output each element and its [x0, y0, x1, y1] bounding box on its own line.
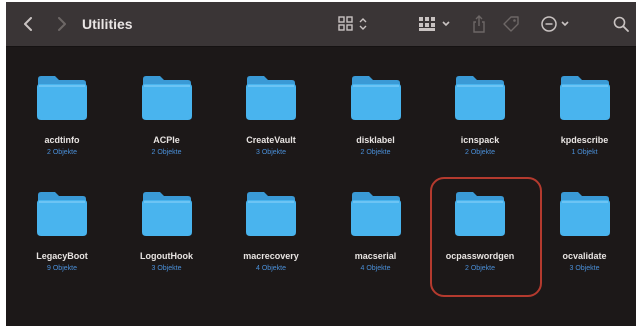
- folder-name: macserial: [354, 251, 397, 261]
- folder-icon: [350, 76, 401, 120]
- folder-name: disklabel: [356, 135, 395, 145]
- folder-icon: [141, 76, 192, 120]
- toolbar: Utilities: [6, 2, 636, 47]
- chevron-left-icon: [24, 17, 32, 31]
- folder-name: CreateVault: [246, 135, 296, 145]
- search-button[interactable]: [610, 2, 632, 46]
- folder-item-count: 3 Objekte: [151, 265, 182, 272]
- folder-name: icnspack: [460, 135, 500, 145]
- search-icon: [613, 16, 629, 32]
- folder-item-count: 3 Objekte: [569, 265, 600, 272]
- share-icon: [473, 15, 485, 33]
- folder-item-count: 2 Objekte: [151, 149, 182, 156]
- back-button[interactable]: [18, 2, 38, 46]
- share-button[interactable]: [468, 2, 490, 46]
- folder-icon: [350, 192, 401, 236]
- tag-icon: [503, 16, 519, 32]
- folder-item[interactable]: macserial 4 Objekte: [324, 163, 428, 279]
- folder-icon: [246, 192, 296, 236]
- group-by-button[interactable]: [416, 2, 456, 46]
- folder-icon: [246, 76, 296, 120]
- action-menu-icon: [541, 16, 569, 32]
- chevron-right-icon: [58, 17, 66, 31]
- icon-grid-view-icon: [338, 16, 367, 31]
- folder-icon: [141, 192, 192, 236]
- folder-icon: [455, 76, 505, 120]
- action-menu-button[interactable]: [538, 2, 576, 46]
- folder-icon: [455, 192, 505, 236]
- folder-item[interactable]: acdtinfo 2 Objekte: [10, 47, 114, 163]
- view-mode-button[interactable]: [336, 2, 374, 46]
- folder-name: ocpasswordgen: [445, 251, 515, 261]
- folder-name: ACPIe: [153, 135, 180, 145]
- folder-item-count: 2 Objekte: [465, 265, 495, 272]
- file-grid: acdtinfo 2 Objekte ACPIe 2 Objekte CreateVau…: [6, 47, 636, 326]
- folder-name: kpdescribe: [560, 135, 609, 145]
- folder-item[interactable]: LegacyBoot 9 Objekte: [10, 163, 114, 279]
- folder-icon: [559, 76, 610, 120]
- finder-window: Utilities acdtinfo 2 Objekte ACPIe 2 Obj…: [6, 2, 636, 326]
- folder-icon: [559, 192, 610, 236]
- window-title: Utilities: [82, 16, 133, 32]
- folder-item[interactable]: macrecovery 4 Objekte: [219, 163, 323, 279]
- folder-item[interactable]: icnspack 2 Objekte: [428, 47, 532, 163]
- folder-name: ocvalidate: [562, 251, 607, 261]
- tag-button[interactable]: [500, 2, 522, 46]
- folder-item-count: 1 Objekt: [571, 149, 598, 156]
- forward-button[interactable]: [52, 2, 72, 46]
- folder-icon: [37, 76, 87, 120]
- folder-name: LogoutHook: [140, 251, 193, 261]
- folder-name: LegacyBoot: [36, 251, 88, 261]
- folder-item-count: 4 Objekte: [360, 265, 391, 272]
- group-by-icon: [419, 17, 450, 31]
- folder-item[interactable]: LogoutHook 3 Objekte: [115, 163, 219, 279]
- folder-item[interactable]: ACPIe 2 Objekte: [115, 47, 219, 163]
- folder-item-count: 4 Objekte: [256, 265, 286, 272]
- folder-item-count: 2 Objekte: [47, 149, 77, 156]
- folder-item[interactable]: ocpasswordgen 2 Objekte: [428, 163, 532, 279]
- folder-item-count: 2 Objekte: [465, 149, 495, 156]
- folder-icon: [37, 192, 87, 236]
- folder-name: macrecovery: [243, 251, 299, 261]
- folder-item[interactable]: CreateVault 3 Objekte: [219, 47, 323, 163]
- folder-name: acdtinfo: [44, 135, 80, 145]
- folder-item[interactable]: kpdescribe 1 Objekt: [533, 47, 637, 163]
- folder-item-count: 9 Objekte: [47, 265, 77, 272]
- folder-item[interactable]: ocvalidate 3 Objekte: [533, 163, 637, 279]
- folder-item-count: 2 Objekte: [360, 149, 391, 156]
- folder-item[interactable]: disklabel 2 Objekte: [324, 47, 428, 163]
- folder-item-count: 3 Objekte: [256, 149, 286, 156]
